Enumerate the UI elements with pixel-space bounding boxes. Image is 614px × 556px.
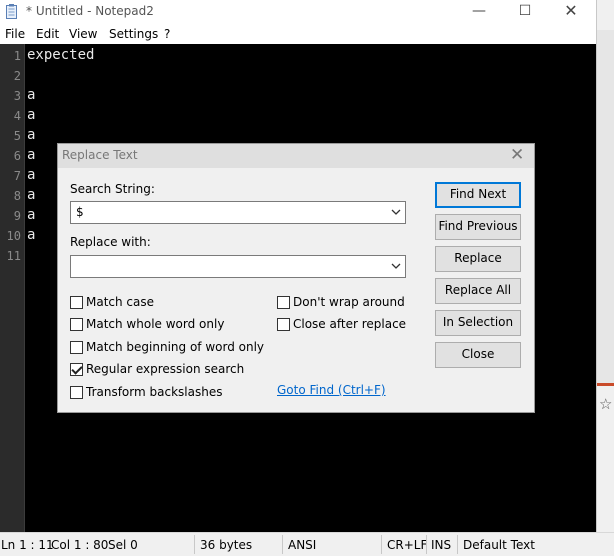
code-line: a [27,147,36,163]
status-separator [381,535,382,554]
replace-dialog: Replace Text ✕ Search String: $ Replace … [57,143,535,413]
goto-find-link[interactable]: Goto Find (Ctrl+F) [277,383,386,397]
checkbox-box[interactable] [277,296,290,309]
title-bar: * Untitled - Notepad2 — ☐ ✕ [0,0,596,24]
editor-scrollbar[interactable] [584,44,596,532]
status-encoding[interactable]: ANSI [288,538,316,552]
minimize-button[interactable]: — [456,0,502,24]
checkbox-box-checked[interactable] [70,363,83,376]
line-number: 10 [6,229,21,243]
menu-help[interactable]: ? [164,27,170,41]
replace-with-label: Replace with: [70,235,151,249]
menu-view[interactable]: View [69,27,97,41]
checkbox-box[interactable] [70,318,83,331]
checkbox-box[interactable] [70,296,83,309]
replace-all-button[interactable]: Replace All [435,278,521,304]
line-number: 5 [13,129,21,143]
code-line: a [27,207,36,223]
word-beginning-label: Match beginning of word only [86,340,265,354]
in-selection-button[interactable]: In Selection [435,310,521,336]
status-separator [282,535,283,554]
match-case-label: Match case [86,295,155,309]
line-number: 9 [13,209,21,223]
minimize-icon: — [472,3,486,19]
transform-backslashes-label: Transform backslashes [86,385,223,399]
search-string-combo[interactable]: $ [70,201,406,224]
status-bar: Ln 1 : 11 Col 1 : 80 Sel 0 36 bytes ANSI… [0,532,614,556]
replace-button[interactable]: Replace [435,246,521,272]
line-number: 1 [13,49,21,63]
code-line: a [27,107,36,123]
chevron-down-icon[interactable] [391,207,401,217]
code-line: a [27,87,36,103]
line-number: 2 [13,69,21,83]
dont-wrap-label: Don't wrap around [293,295,405,309]
status-eol[interactable]: CR+LF [387,538,427,552]
menu-bar: File Edit View Settings ? [0,24,596,44]
close-window-button[interactable]: ✕ [548,0,594,24]
status-size: 36 bytes [200,538,253,552]
dialog-close-icon[interactable]: ✕ [510,145,524,165]
menu-edit[interactable]: Edit [36,27,59,41]
search-string-value: $ [76,205,84,219]
status-scheme[interactable]: Default Text [463,538,535,552]
checkbox-box[interactable] [70,341,83,354]
status-mode[interactable]: INS [431,538,451,552]
close-icon: ✕ [564,1,578,20]
notepad-app-icon [6,4,17,19]
code-line: expected [27,47,95,63]
search-string-label: Search String: [70,182,155,196]
code-line: a [27,127,36,143]
close-after-replace-label: Close after replace [293,317,407,331]
menu-file[interactable]: File [5,27,25,41]
star-icon[interactable]: ☆ [599,395,612,413]
line-number: 8 [13,189,21,203]
window-title: * Untitled - Notepad2 [26,4,154,18]
line-number: 4 [13,109,21,123]
line-number: 3 [13,89,21,103]
checkbox-box[interactable] [70,386,83,399]
dialog-title: Replace Text [62,148,138,162]
status-separator [457,535,458,554]
status-line: Ln 1 : 11 [1,538,54,552]
whole-word-label: Match whole word only [86,317,225,331]
status-separator [194,535,195,554]
code-line: a [27,227,36,243]
find-previous-button[interactable]: Find Previous [435,214,521,240]
status-selection: Sel 0 [108,538,138,552]
chevron-down-icon[interactable] [391,261,401,271]
regex-label: Regular expression search [86,362,245,376]
line-number-gutter: 1 2 3 4 5 6 7 8 9 10 11 [0,44,25,532]
maximize-button[interactable]: ☐ [502,0,548,24]
line-number: 6 [13,149,21,163]
status-separator [426,535,427,554]
status-column: Col 1 : 80 [51,538,109,552]
background-window: ☆ [596,0,614,555]
replace-with-combo[interactable] [70,255,406,278]
menu-settings[interactable]: Settings [109,27,158,41]
line-number: 11 [6,249,21,263]
find-next-button[interactable]: Find Next [435,182,521,208]
checkbox-box[interactable] [277,318,290,331]
close-dialog-button[interactable]: Close [435,342,521,368]
code-line: a [27,167,36,183]
dialog-title-bar: Replace Text ✕ [58,144,534,168]
code-line: a [27,187,36,203]
background-window-pane [597,30,614,385]
line-number: 7 [13,169,21,183]
maximize-icon: ☐ [518,3,532,19]
background-window-accent [597,383,614,386]
